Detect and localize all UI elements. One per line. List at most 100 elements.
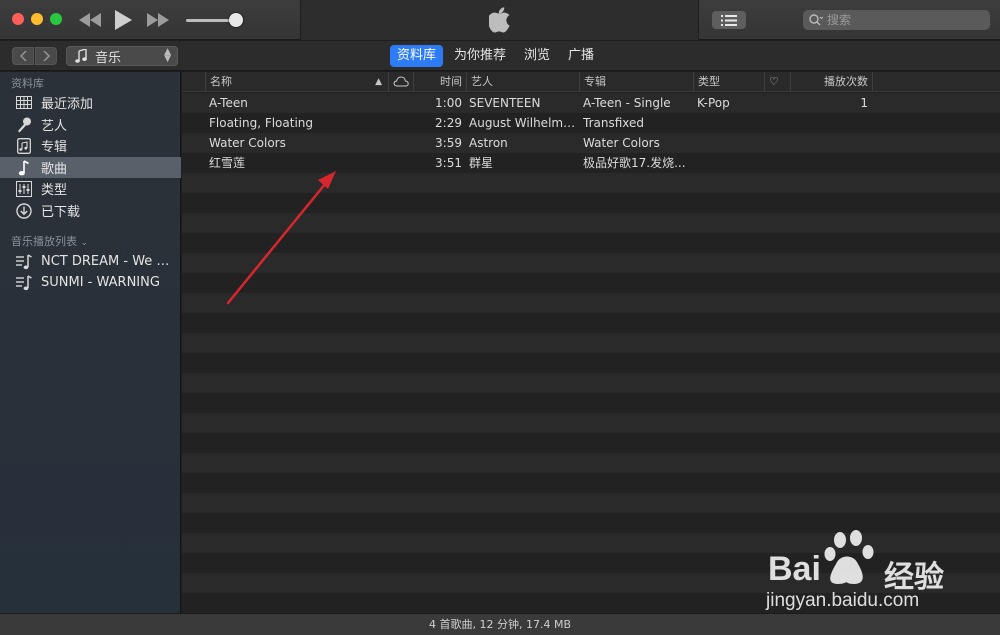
sidebar-item-playlist[interactable]: SUNMI - WARNING: [0, 272, 181, 293]
microphone-icon: [15, 116, 33, 134]
library-tabs: 资料库 为你推荐 浏览 广播: [390, 45, 605, 67]
sidebar-item-label: 歌曲: [41, 162, 68, 177]
empty-table-row: [182, 353, 1000, 373]
forward-button[interactable]: [35, 47, 57, 65]
sidebar-item-label: 艺人: [41, 119, 68, 134]
genre-icon: [15, 180, 33, 198]
table-body: A-Teen 1:00 SEVENTEEN A-Teen - Single K-…: [182, 93, 1000, 613]
playlists-section-header[interactable]: 音乐播放列表 ⌄: [11, 233, 88, 249]
song-name: Floating, Floating: [209, 116, 314, 130]
song-artist: Astron: [469, 136, 508, 150]
song-plays: [790, 153, 868, 173]
tab-for-you[interactable]: 为你推荐: [447, 45, 513, 67]
up-next-list-button[interactable]: [712, 11, 746, 29]
song-time: 1:00: [435, 96, 462, 110]
sidebar-item-artists[interactable]: 艺人: [0, 114, 181, 135]
minimize-window-button[interactable]: [31, 13, 43, 25]
sidebar-item-label: SUNMI - WARNING: [41, 275, 160, 290]
download-icon: [15, 202, 33, 220]
library-section-header: 资料库: [11, 77, 44, 90]
chevron-down-icon: ⌄: [80, 238, 89, 248]
song-artist: 群星: [469, 156, 494, 170]
song-genre: [697, 113, 763, 133]
empty-table-row: [182, 453, 1000, 473]
cloud-icon: [393, 76, 409, 87]
column-header-filler: [872, 72, 1000, 92]
sidebar-item-label: 专辑: [41, 140, 68, 155]
media-type-select[interactable]: 音乐 ▲ ▼: [66, 46, 178, 66]
song-name: Water Colors: [209, 136, 286, 150]
tab-library[interactable]: 资料库: [390, 45, 444, 67]
grid-icon: [15, 94, 33, 112]
play-button[interactable]: [111, 9, 135, 31]
empty-table-row: [182, 413, 1000, 433]
song-time: 2:29: [435, 116, 462, 130]
search-field[interactable]: [803, 10, 990, 30]
empty-table-row: [182, 593, 1000, 613]
empty-table-row: [182, 393, 1000, 413]
song-artist: SEVENTEEN: [469, 96, 541, 110]
search-input[interactable]: [827, 13, 977, 27]
sidebar-item-songs[interactable]: 歌曲: [0, 157, 181, 178]
close-window-button[interactable]: [12, 13, 24, 25]
sidebar-item-albums[interactable]: 专辑: [0, 135, 181, 156]
apple-logo-icon: [489, 7, 510, 33]
tab-browse[interactable]: 浏览: [517, 45, 557, 67]
empty-table-row: [182, 213, 1000, 233]
column-header-love[interactable]: ♡: [764, 72, 790, 92]
status-bar: 4 首歌曲, 12 分钟, 17.4 MB: [0, 613, 1000, 635]
search-icon: [809, 14, 823, 26]
sidebar-item-downloaded[interactable]: 已下载: [0, 200, 181, 221]
table-row[interactable]: Floating, Floating 2:29 August Wilhelms.…: [182, 113, 1000, 133]
sidebar-item-label: 类型: [41, 183, 68, 198]
song-genre: K-Pop: [697, 96, 730, 110]
music-note-icon: [75, 49, 87, 63]
sort-ascending-icon: ▲: [375, 77, 382, 87]
column-header-album[interactable]: 专辑: [579, 72, 693, 92]
empty-table-row: [182, 573, 1000, 593]
column-header-name[interactable]: 名称 ▲: [205, 72, 388, 92]
table-header: 名称 ▲ 时间 艺人 专辑 类型 ♡ 播放次数: [182, 72, 1000, 92]
toolbar: 音乐 ▲ ▼ 资料库 为你推荐 浏览 广播: [0, 41, 1000, 71]
volume-slider-knob[interactable]: [229, 13, 243, 27]
empty-table-row: [182, 373, 1000, 393]
list-icon: [721, 14, 737, 26]
sidebar-item-label: 最近添加: [41, 97, 94, 112]
song-name: A-Teen: [209, 96, 248, 110]
table-row[interactable]: 红雪莲 3:51 群星 极品好歌17.发烧...: [182, 153, 1000, 173]
fast-forward-button[interactable]: [145, 9, 171, 31]
song-album: Water Colors: [583, 136, 660, 150]
empty-table-row: [182, 313, 1000, 333]
back-button[interactable]: [12, 47, 34, 65]
column-header-time[interactable]: 时间: [413, 72, 466, 92]
sidebar-item-playlist[interactable]: NCT DREAM - We G...: [0, 251, 181, 272]
column-header-genre[interactable]: 类型: [693, 72, 764, 92]
empty-table-row: [182, 333, 1000, 353]
rewind-button[interactable]: [77, 9, 103, 31]
song-genre: [697, 153, 763, 173]
song-album: Transfixed: [583, 116, 645, 130]
title-bar: [0, 0, 1000, 40]
sidebar-item-genres[interactable]: 类型: [0, 178, 181, 199]
table-row[interactable]: A-Teen 1:00 SEVENTEEN A-Teen - Single K-…: [182, 93, 1000, 113]
empty-table-row: [182, 253, 1000, 273]
song-time: 3:51: [435, 156, 462, 170]
play-icon: [115, 10, 132, 30]
song-album: 极品好歌17.发烧...: [583, 156, 686, 170]
sidebar: 资料库 最近添加 艺人 专辑 歌曲 类型 已下载 音乐播放列表 ⌄ NCT DR…: [0, 72, 181, 613]
empty-table-row: [182, 173, 1000, 193]
maximize-window-button[interactable]: [50, 13, 62, 25]
music-note-icon: [15, 159, 33, 177]
chevron-left-icon: [19, 51, 26, 61]
empty-table-row: [182, 533, 1000, 553]
fast-forward-icon: [147, 13, 169, 27]
column-header-plays[interactable]: 播放次数: [790, 72, 872, 92]
tab-radio[interactable]: 广播: [561, 45, 601, 67]
sidebar-item-recently-added[interactable]: 最近添加: [0, 92, 181, 113]
table-row[interactable]: Water Colors 3:59 Astron Water Colors: [182, 133, 1000, 153]
heart-icon: ♡: [769, 75, 779, 88]
column-header-artist[interactable]: 艺人: [466, 72, 579, 92]
song-plays: 1: [860, 96, 868, 110]
column-header-cloud[interactable]: [388, 72, 413, 92]
playlist-icon: [15, 253, 33, 271]
